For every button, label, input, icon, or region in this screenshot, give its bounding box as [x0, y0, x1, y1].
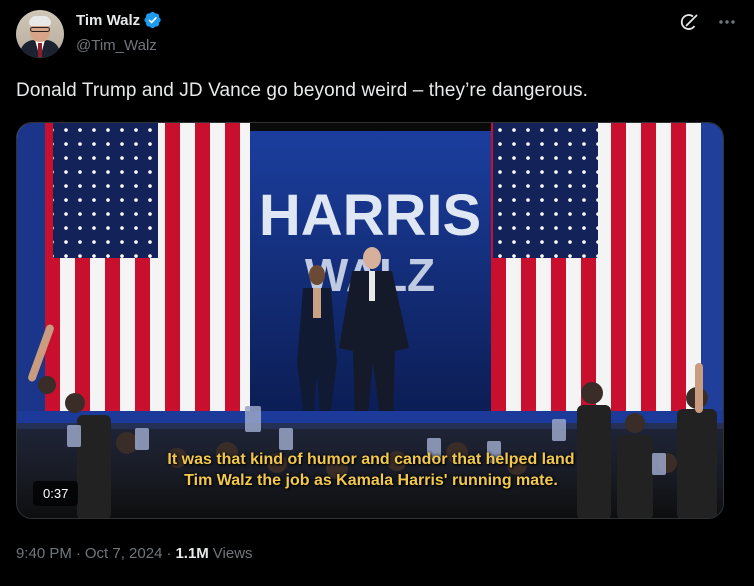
- tweet-text: Donald Trump and JD Vance go beyond weir…: [16, 80, 588, 101]
- tweet: Tim Walz @Tim_Walz Donald Trump and JD V…: [0, 0, 754, 586]
- top-actions: [678, 11, 738, 33]
- verified-badge-icon: [144, 11, 161, 29]
- sign-harris: HARRIS: [259, 183, 481, 248]
- grok-icon[interactable]: [678, 11, 700, 33]
- post-date[interactable]: Oct 7, 2024: [85, 545, 163, 562]
- meta-separator: ·: [75, 545, 81, 562]
- meta-separator: ·: [166, 545, 172, 562]
- more-icon[interactable]: [716, 11, 738, 33]
- video-caption-line2: Tim Walz the job as Kamala Harris' runni…: [184, 472, 558, 489]
- avatar[interactable]: [16, 10, 64, 58]
- views-count: 1.1M: [175, 545, 209, 562]
- video-duration: 0:37: [33, 481, 79, 506]
- views-label: Views: [212, 545, 253, 562]
- tweet-meta: 9:40 PM · Oct 7, 2024 · 1.1M Views: [16, 545, 253, 562]
- author-name-row: Tim Walz: [76, 11, 162, 29]
- author-display-name[interactable]: Tim Walz: [76, 12, 140, 29]
- post-time[interactable]: 9:40 PM: [16, 545, 72, 562]
- author-handle[interactable]: @Tim_Walz: [76, 37, 157, 54]
- video-player[interactable]: HARRIS WALZ: [16, 122, 724, 519]
- video-caption-line1: It was that kind of humor and candor tha…: [167, 451, 575, 468]
